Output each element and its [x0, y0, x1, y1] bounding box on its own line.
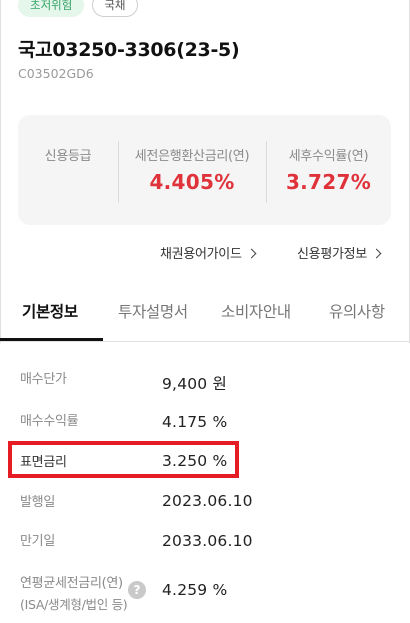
bond-guide-label: 채권용어가이드 — [160, 247, 242, 262]
issue-date-value: 2023.06.10 — [162, 492, 253, 510]
rate-summary-card: 신용등급 세전은행환산금리(연) 4.405% 세후수익률(연) 3.727% — [18, 115, 391, 225]
pretax-rate-value: 4.405% — [149, 170, 235, 194]
aftertax-yield-label: 세후수익률(연) — [288, 149, 369, 164]
price-value: 9,400 원 — [162, 375, 227, 393]
pretax-rate-label: 세전은행환산금리(연) — [134, 149, 250, 164]
chevron-right-icon — [371, 248, 382, 258]
annual-rate-value: 4.259 % — [162, 581, 228, 599]
annual-rate-label: 연평균세전금리(연) (ISA/생계형/법인 등) — [20, 572, 128, 613]
yield-label: 매수수익률 — [20, 414, 79, 429]
chevron-right-icon — [246, 248, 257, 258]
yield-value: 4.175 % — [162, 413, 228, 431]
tab-bar: 기본정보 투자설명서 소비자안내 유의사항 — [0, 286, 410, 342]
coupon-highlight-box — [8, 441, 239, 478]
maturity-date-label: 만기일 — [20, 534, 55, 549]
bond-title: 국고03250-3306(23-5) — [18, 39, 240, 61]
risk-badge: 초저위험 — [18, 0, 85, 17]
aftertax-yield-value: 3.727% — [285, 170, 372, 194]
credit-rating-label: 신용등급 — [44, 149, 92, 164]
issue-date-label: 발행일 — [20, 495, 55, 510]
pretax-rate-column: 세전은행환산금리(연) 4.405% — [118, 115, 266, 225]
active-tab-indicator — [0, 338, 103, 341]
type-badge: 국채 — [92, 0, 138, 17]
annual-rate-subtitle: (ISA/생계형/법인 등) — [20, 597, 128, 612]
bond-code: C03502GD6 — [18, 66, 94, 81]
tab-consumer-notice[interactable]: 소비자안내 — [221, 300, 291, 322]
maturity-date-value: 2033.06.10 — [162, 532, 253, 550]
aftertax-yield-column: 세후수익률(연) 3.727% — [266, 115, 391, 225]
bond-guide-link[interactable]: 채권용어가이드 — [160, 243, 257, 262]
badge-group: 초저위험 국채 — [18, 0, 138, 17]
annual-rate-title: 연평균세전금리(연) — [20, 576, 123, 591]
help-icon[interactable]: ? — [128, 581, 146, 599]
tab-precautions[interactable]: 유의사항 — [329, 300, 385, 322]
credit-info-label: 신용평가정보 — [297, 247, 367, 262]
tab-basic-info[interactable]: 기본정보 — [22, 300, 78, 322]
price-label: 매수단가 — [20, 372, 67, 387]
tab-prospectus[interactable]: 투자설명서 — [118, 300, 188, 322]
credit-info-link[interactable]: 신용평가정보 — [297, 243, 382, 262]
credit-rating-column: 신용등급 — [18, 115, 118, 225]
